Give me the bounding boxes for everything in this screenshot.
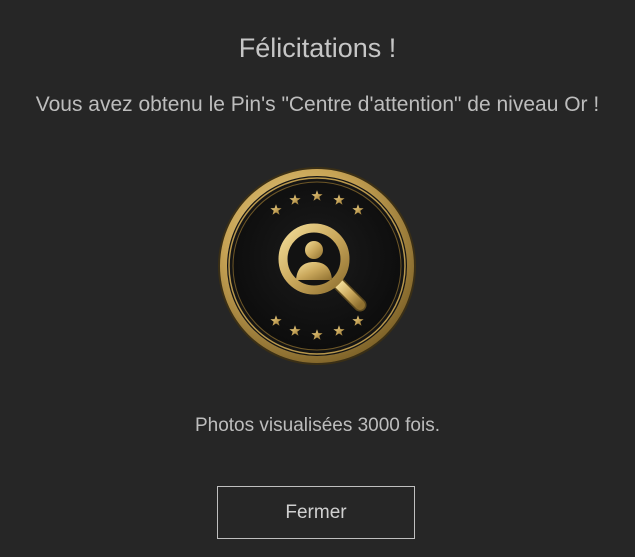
badge-icon [218,167,416,365]
dialog-title: Félicitations ! [238,33,397,63]
gold-pin-badge [217,166,417,366]
achievement-dialog: Félicitations ! Vous avez obtenu le Pin'… [0,0,635,557]
achievement-stat: Photos visualisées 3000 fois. [194,415,441,436]
achievement-message: Vous avez obtenu le Pin's "Centre d'atte… [35,93,600,116]
close-button[interactable]: Fermer [217,486,415,539]
